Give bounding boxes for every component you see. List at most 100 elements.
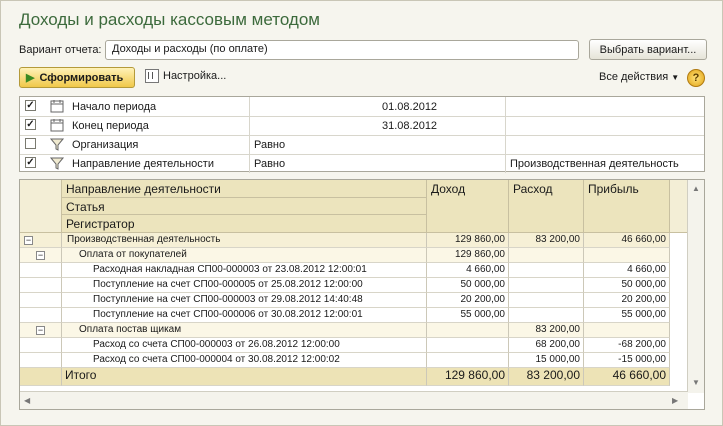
table-row[interactable]: Поступление на счет СП00-000006 от 30.08…	[20, 308, 688, 323]
header-group3: Регистратор	[62, 215, 427, 233]
row-profit: 50 000,00	[584, 278, 670, 293]
row-profit: -15 000,00	[584, 353, 670, 368]
header-profit: Прибыль	[584, 180, 670, 233]
row-profit: 46 660,00	[584, 233, 670, 248]
total-row[interactable]: Итого 129 860,00 83 200,00 46 660,00	[20, 368, 688, 386]
row-profit	[584, 248, 670, 263]
scroll-right-icon[interactable]: ▶	[672, 396, 678, 405]
setting-row[interactable]: ✓ Направление деятельности Равно Произво…	[20, 154, 704, 173]
collapse-icon[interactable]: −	[36, 251, 45, 260]
setting-checkbox[interactable]: ✓	[25, 157, 36, 168]
collapse-icon[interactable]: −	[36, 326, 45, 335]
row-profit: -68 200,00	[584, 338, 670, 353]
table-row[interactable]: Поступление на счет СП00-000003 от 29.08…	[20, 293, 688, 308]
table-row[interactable]: Поступление на счет СП00-000005 от 25.08…	[20, 278, 688, 293]
settings-label: Настройка...	[163, 70, 227, 82]
row-name: Расходная накладная СП00-000003 от 23.08…	[62, 263, 427, 278]
total-income: 129 860,00	[427, 368, 509, 386]
row-name: Поступление на счет СП00-000006 от 30.08…	[62, 308, 427, 323]
header-expense: Расход	[509, 180, 584, 233]
total-expense: 83 200,00	[509, 368, 584, 386]
vertical-scrollbar[interactable]: ▲ ▼	[687, 180, 704, 393]
setting-row[interactable]: ✓ Конец периода 31.08.2012	[20, 116, 704, 136]
setting-name: Организация	[68, 135, 250, 154]
tree-cell	[20, 338, 62, 353]
row-name: Расход со счета СП00-000003 от 26.08.201…	[62, 338, 427, 353]
row-income: 20 200,00	[427, 293, 509, 308]
run-report-button[interactable]: ▶ Сформировать	[19, 67, 135, 88]
row-name: Производственная деятельность	[62, 233, 427, 248]
row-profit: 55 000,00	[584, 308, 670, 323]
setting-checkbox[interactable]: ✓	[25, 119, 36, 130]
row-name: Поступление на счет СП00-000005 от 25.08…	[62, 278, 427, 293]
row-profit: 4 660,00	[584, 263, 670, 278]
variant-label: Вариант отчета:	[19, 44, 102, 56]
table-row[interactable]: − Оплата постав щикам 83 200,00	[20, 323, 688, 338]
header-group2: Статья	[62, 198, 427, 215]
table-row[interactable]: Расход со счета СП00-000004 от 30.08.201…	[20, 353, 688, 368]
choose-variant-button[interactable]: Выбрать вариант...	[589, 39, 707, 60]
setting-comparison	[250, 97, 378, 116]
row-expense	[509, 293, 584, 308]
row-name: Оплата постав щикам	[62, 323, 427, 338]
tree-cell	[20, 278, 62, 293]
tree-cell	[20, 293, 62, 308]
row-income: 55 000,00	[427, 308, 509, 323]
all-actions-menu[interactable]: Все действия ▼	[599, 71, 679, 83]
tree-header	[20, 180, 62, 233]
setting-value[interactable]: 31.08.2012	[378, 116, 506, 135]
setting-value[interactable]	[506, 135, 704, 154]
header-spacer	[670, 180, 688, 233]
setting-row[interactable]: ✓ Начало периода 01.08.2012	[20, 97, 704, 117]
row-name: Поступление на счет СП00-000003 от 29.08…	[62, 293, 427, 308]
filter-icon	[50, 157, 64, 170]
collapse-icon[interactable]: −	[24, 236, 33, 245]
setting-name: Начало периода	[68, 97, 250, 116]
scroll-up-icon[interactable]: ▲	[692, 184, 700, 193]
row-profit: 20 200,00	[584, 293, 670, 308]
total-label: Итого	[62, 368, 427, 386]
setting-comparison	[250, 116, 378, 135]
run-report-label: Сформировать	[39, 71, 124, 84]
row-profit	[584, 323, 670, 338]
tree-cell	[20, 353, 62, 368]
scroll-left-icon[interactable]: ◀	[24, 396, 30, 405]
row-income: 129 860,00	[427, 233, 509, 248]
setting-value[interactable]: Производственная деятельность	[506, 154, 704, 173]
setting-row[interactable]: Организация Равно	[20, 135, 704, 155]
tree-cell: −	[20, 248, 62, 263]
tree-cell: −	[20, 233, 62, 248]
header-group1: Направление деятельности	[62, 180, 427, 198]
setting-checkbox[interactable]	[25, 138, 36, 149]
table-row[interactable]: − Оплата от покупателей 129 860,00	[20, 248, 688, 263]
table-row[interactable]: − Производственная деятельность 129 860,00…	[20, 233, 688, 248]
row-income: 4 660,00	[427, 263, 509, 278]
row-name: Расход со счета СП00-000004 от 30.08.201…	[62, 353, 427, 368]
row-expense	[509, 308, 584, 323]
setting-comparison[interactable]: Равно	[250, 135, 506, 154]
row-name: Оплата от покупателей	[62, 248, 427, 263]
settings-button[interactable]: Настройка...	[145, 69, 226, 83]
setting-value[interactable]: 01.08.2012	[378, 97, 506, 116]
setting-comparison[interactable]: Равно	[250, 154, 506, 173]
table-row[interactable]: Расход со счета СП00-000003 от 26.08.201…	[20, 338, 688, 353]
row-income	[427, 323, 509, 338]
setting-checkbox[interactable]: ✓	[25, 100, 36, 111]
calendar-icon	[50, 119, 64, 132]
variant-field[interactable]: Доходы и расходы (по оплате)	[105, 40, 579, 60]
scroll-down-icon[interactable]: ▼	[692, 378, 700, 387]
table-row[interactable]: Расходная накладная СП00-000003 от 23.08…	[20, 263, 688, 278]
tree-cell	[20, 263, 62, 278]
play-icon: ▶	[26, 72, 35, 84]
row-income: 129 860,00	[427, 248, 509, 263]
tree-cell	[20, 308, 62, 323]
setting-name: Направление деятельности	[68, 154, 250, 173]
settings-grid: ✓ Начало периода 01.08.2012 ✓ Конец пери…	[19, 96, 705, 173]
settings-icon	[145, 69, 159, 83]
row-expense: 83 200,00	[509, 233, 584, 248]
row-expense	[509, 263, 584, 278]
help-icon[interactable]: ?	[687, 69, 705, 87]
horizontal-scrollbar[interactable]: ◀ ▶	[20, 391, 688, 409]
report-window: Доходы и расходы кассовым методом Вариан…	[0, 0, 723, 426]
dropdown-arrow-icon: ▼	[671, 73, 680, 82]
